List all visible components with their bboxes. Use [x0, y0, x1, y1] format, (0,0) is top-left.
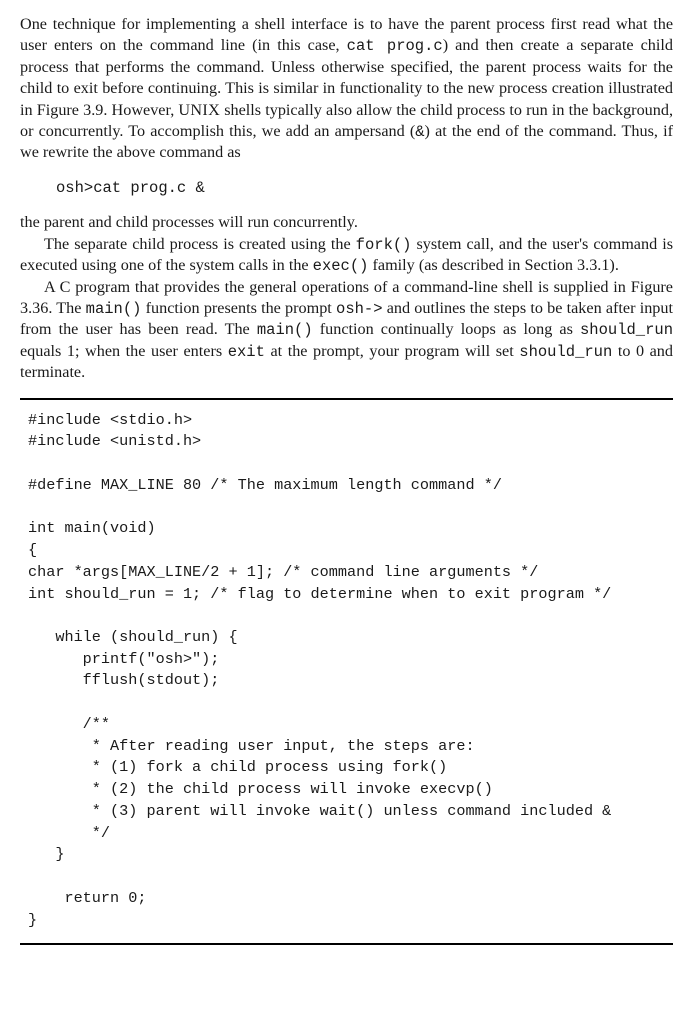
text: equals 1; when the user enters — [20, 342, 228, 360]
text: at the prompt, your program will set — [265, 342, 519, 360]
small-caps: UNIX — [178, 101, 220, 119]
inline-code: exit — [228, 343, 265, 361]
inline-code: fork() — [356, 236, 412, 254]
inline-code: should_run — [519, 343, 612, 361]
inline-code: osh-> — [336, 300, 383, 318]
text: family (as described in Section 3.3.1). — [368, 256, 618, 274]
paragraph-1: One technique for implementing a shell i… — [20, 14, 673, 164]
command-line-example: osh>cat prog.c & — [56, 178, 673, 198]
paragraph-2: the parent and child processes will run … — [20, 212, 673, 233]
inline-code: cat prog.c — [347, 37, 443, 55]
page-content: One technique for implementing a shell i… — [0, 0, 695, 1024]
inline-code: should_run — [580, 321, 673, 339]
code-listing: #include <stdio.h> #include <unistd.h> #… — [28, 410, 673, 932]
inline-code: main() — [86, 300, 142, 318]
paragraph-3: The separate child process is created us… — [20, 234, 673, 277]
inline-code: & — [415, 123, 424, 141]
inline-code: exec() — [313, 257, 369, 275]
text: function presents the prompt — [141, 299, 336, 317]
divider-bottom — [20, 943, 673, 945]
inline-code: main() — [257, 321, 313, 339]
text: function continually loops as long as — [313, 320, 580, 338]
paragraph-4: A C program that provides the general op… — [20, 277, 673, 384]
divider-top — [20, 398, 673, 400]
text: The separate child process is created us… — [44, 235, 356, 253]
